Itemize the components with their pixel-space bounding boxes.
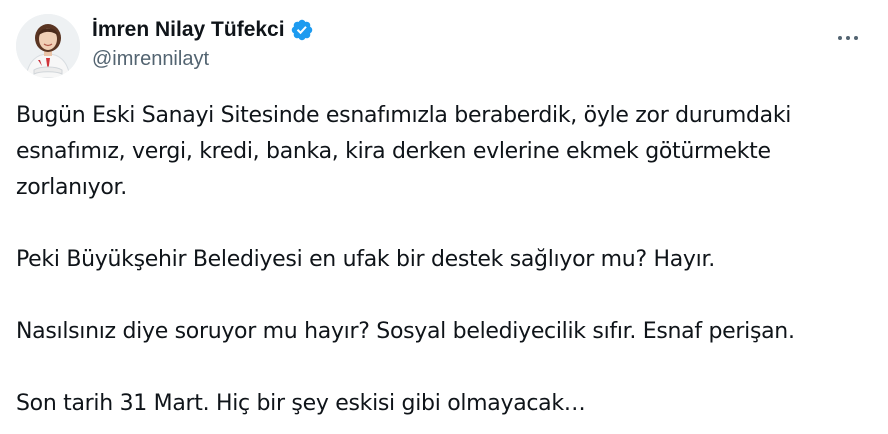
tweet-paragraph: Son tarih 31 Mart. Hiç bir şey eskisi gi… [16,391,586,416]
name-row: İmren Nilay Tüfekci [92,16,314,44]
tweet-paragraph: Nasılsınız diye soruyor mu hayır? Sosyal… [16,319,795,344]
avatar[interactable] [16,14,80,78]
tweet-header: İmren Nilay Tüfekci @imrennilayt [16,12,872,78]
display-name[interactable]: İmren Nilay Tüfekci [92,18,285,42]
tweet-paragraph: Peki Büyükşehir Belediyesi en ufak bir d… [16,247,715,272]
tweet-text: Bugün Eski Sanayi Sitesinde esnafımızla … [16,98,876,422]
more-options-button[interactable] [830,20,866,56]
handle[interactable]: @imrennilayt [92,48,314,71]
avatar-image [16,14,80,78]
tweet-paragraph: Bugün Eski Sanayi Sitesinde esnafımızla … [16,103,792,200]
tweet-card: İmren Nilay Tüfekci @imrennilayt Bugün E… [0,0,888,434]
more-horizontal-icon [838,36,858,40]
author-block: İmren Nilay Tüfekci @imrennilayt [92,16,314,71]
verified-badge-icon [290,18,314,42]
